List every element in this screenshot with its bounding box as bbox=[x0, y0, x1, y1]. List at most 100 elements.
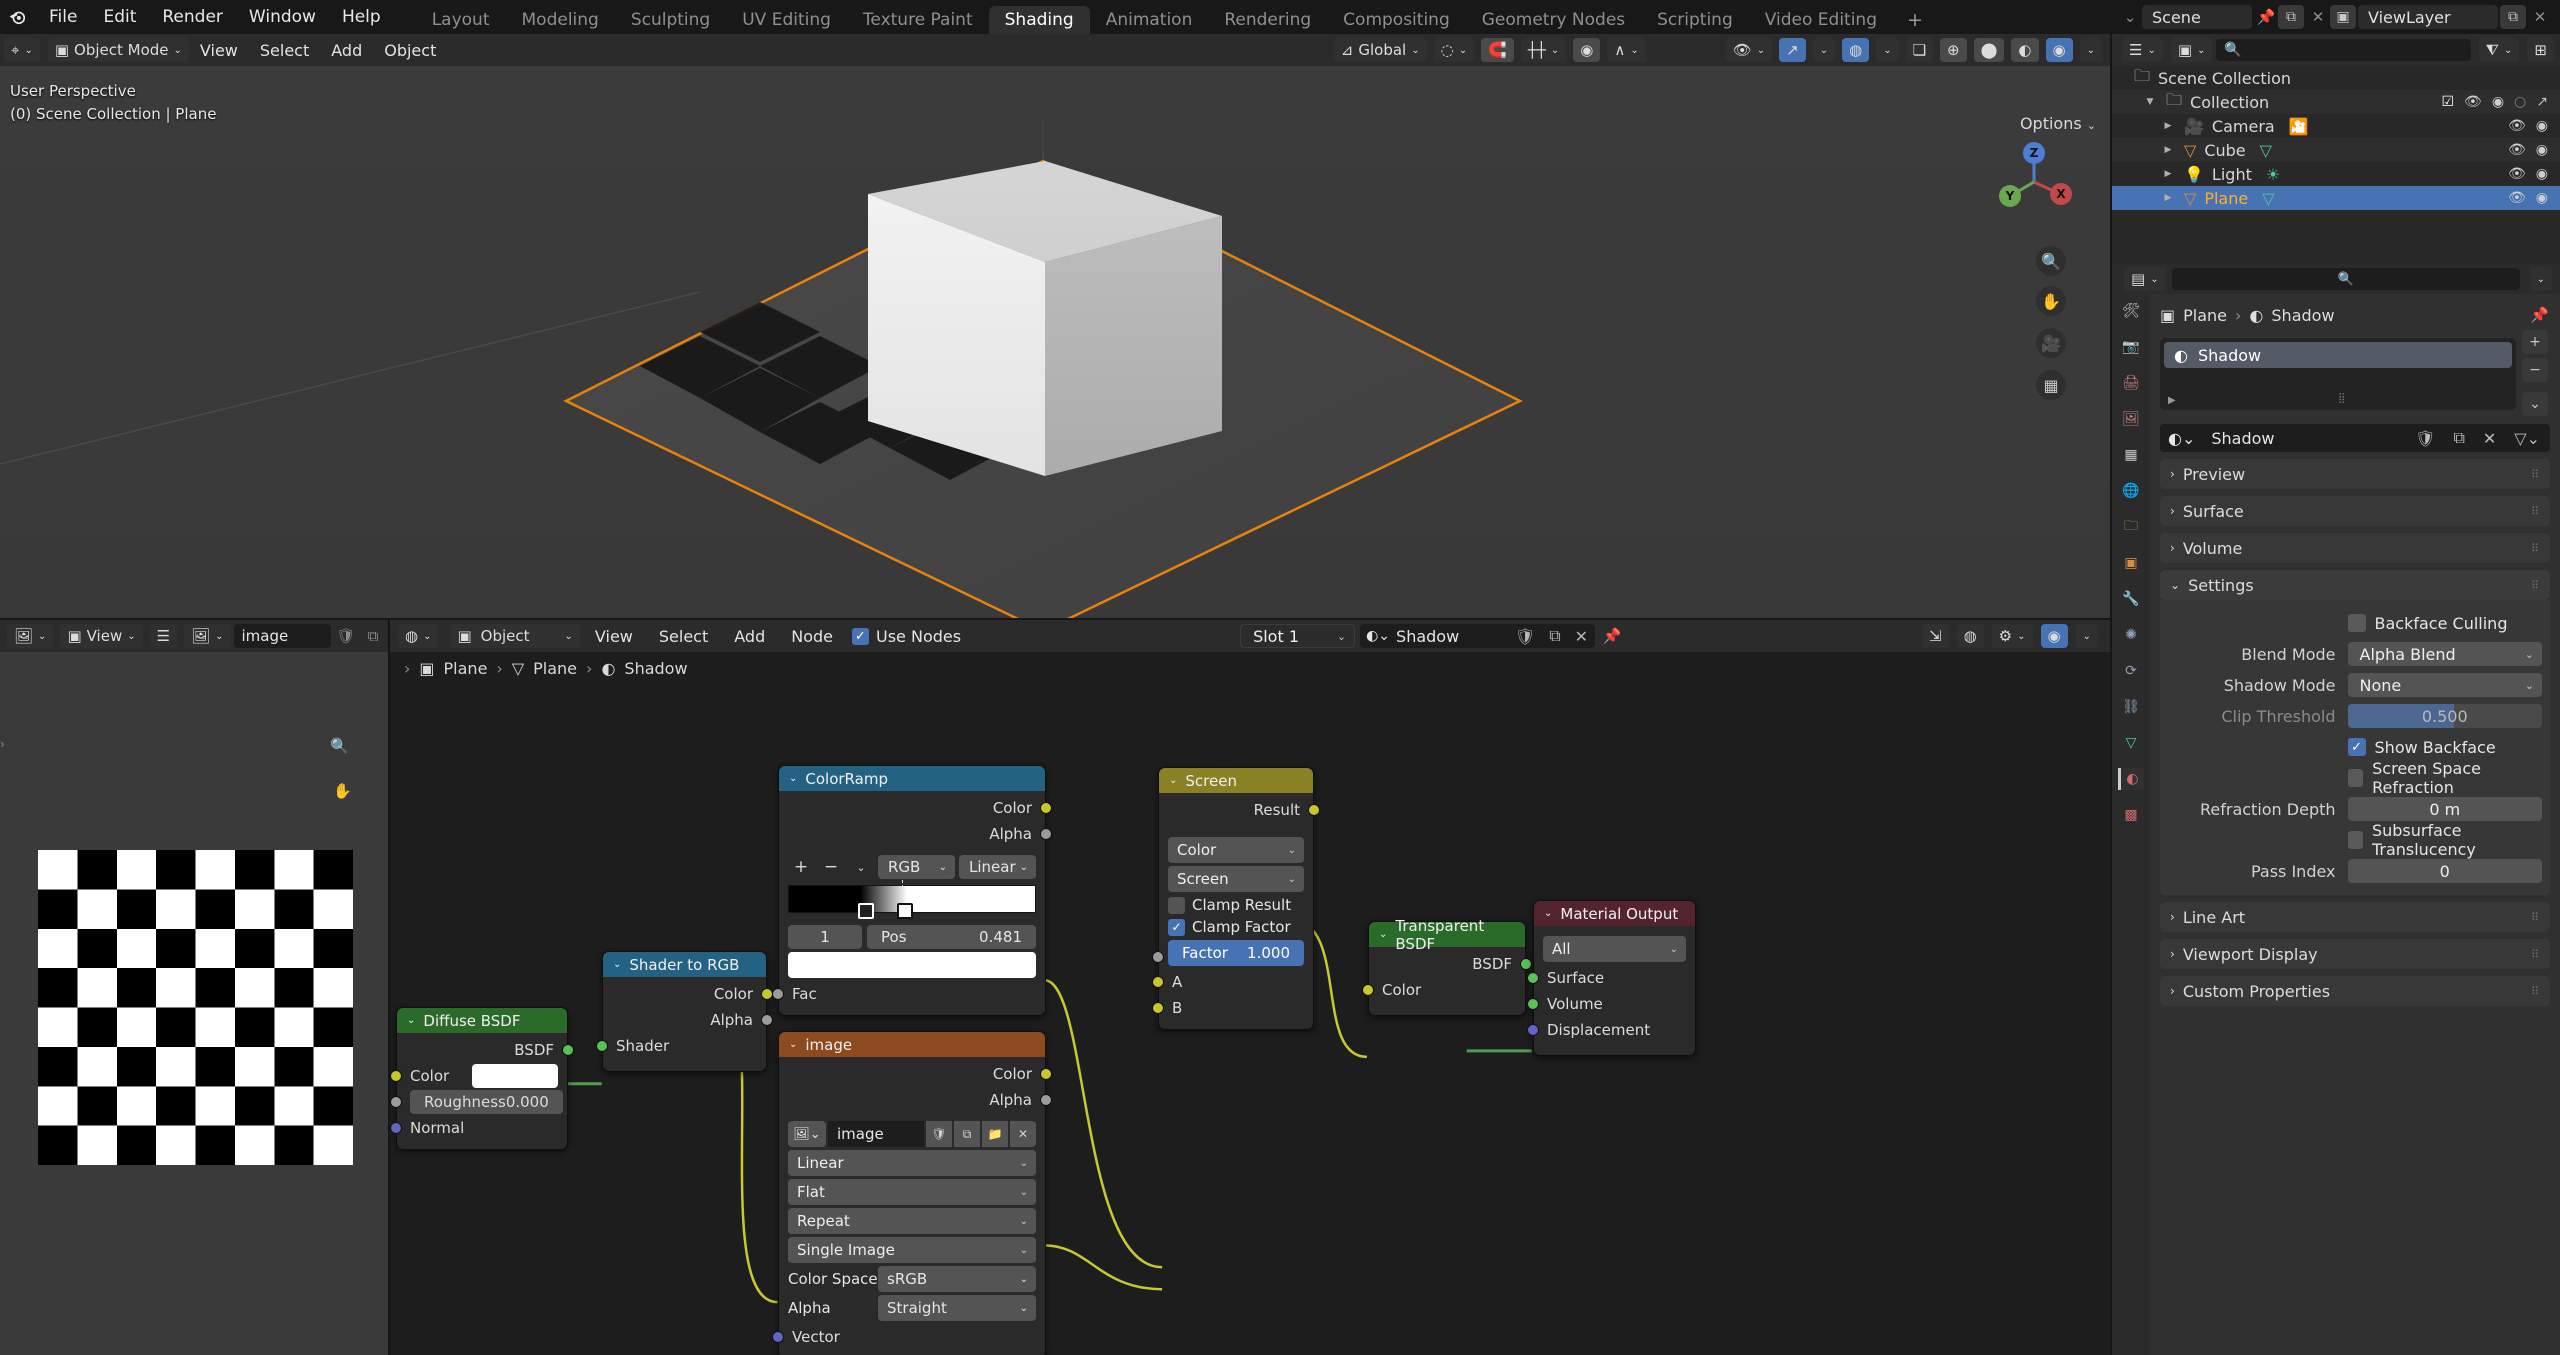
camera-render-icon[interactable]: ◉ bbox=[2536, 142, 2548, 158]
gizmo-toggle-button[interactable]: ↗ bbox=[1779, 38, 1806, 62]
socket-shader[interactable] bbox=[596, 1040, 608, 1052]
colorramp-index-field[interactable]: 1 bbox=[788, 925, 862, 949]
mode-select-button[interactable]: ▣ Object Mode ⌄ bbox=[47, 38, 189, 62]
transform-orientation-button[interactable]: ⊿ Global ⌄ bbox=[1333, 38, 1427, 62]
tab-data[interactable]: ▽ bbox=[2118, 732, 2144, 754]
tab-output[interactable]: 🖨 bbox=[2118, 372, 2144, 394]
subsurface-translucency-checkbox[interactable] bbox=[2347, 831, 2363, 849]
socket-fac[interactable] bbox=[772, 988, 784, 1000]
properties-options-dropdown[interactable]: ⌄ bbox=[2529, 267, 2552, 291]
shader-material-field[interactable]: ◐⌄ Shadow 🛡 ⧉ ✕ bbox=[1360, 624, 1596, 648]
editor-type-button[interactable]: ⌖ ⌄ bbox=[4, 38, 40, 62]
indirect-only-icon[interactable]: ↗ bbox=[2536, 94, 2548, 110]
node-overlays-toggle[interactable]: ◍ bbox=[1956, 624, 1984, 648]
unlink-image-icon[interactable]: ✕ bbox=[1010, 1121, 1036, 1147]
image-name-field[interactable]: image bbox=[233, 624, 331, 648]
camera-render-icon[interactable]: ◉ bbox=[2536, 190, 2548, 206]
socket-row-fac[interactable]: Fac bbox=[772, 981, 1045, 1007]
tab-particles[interactable]: ✺ bbox=[2118, 624, 2144, 646]
socket-color[interactable] bbox=[1362, 984, 1374, 996]
outliner-display-mode-button[interactable]: ▣ ⌄ bbox=[2170, 38, 2213, 62]
socket-row-volume[interactable]: Volume bbox=[1527, 991, 1695, 1017]
pass-index-field[interactable]: 0 bbox=[2347, 859, 2542, 883]
tab-material[interactable]: ◐ bbox=[2118, 768, 2144, 790]
viewport-menu-object[interactable]: Object bbox=[373, 38, 447, 62]
eye-icon[interactable]: 👁 bbox=[2508, 190, 2526, 206]
roughness-slider[interactable]: Roughness 0.000 bbox=[410, 1090, 563, 1114]
remove-material-slot-button[interactable]: − bbox=[2522, 358, 2548, 382]
properties-editor[interactable]: ▤ ⌄ 🔍 ⌄ 🛠 📷 🖨 🖼 ▦ 🌐 🗀 ▣ 🔧 ✺ ⟳ ⛓ ▽ ◐ ▩ ▣ P… bbox=[2110, 264, 2560, 1355]
socket-row-normal[interactable]: Normal bbox=[390, 1115, 567, 1141]
expand-triangle-icon[interactable]: ▶ bbox=[2160, 145, 2176, 155]
socket-factor[interactable] bbox=[1152, 951, 1164, 963]
tab-rendering[interactable]: Rendering bbox=[1208, 6, 1327, 34]
node-transparent-bsdf[interactable]: ⌄ Transparent BSDF BSDF Color bbox=[1362, 917, 1532, 1016]
tab-modeling[interactable]: Modeling bbox=[506, 6, 615, 34]
sidebar-toggle-icon[interactable]: › bbox=[404, 659, 410, 678]
new-material-icon[interactable]: ⧉ bbox=[2447, 428, 2470, 448]
colorramp-stop-1-handle[interactable] bbox=[897, 903, 914, 919]
image-editor-menu-button[interactable]: ☰ bbox=[149, 624, 178, 648]
tab-constraints[interactable]: ⛓ bbox=[2118, 696, 2144, 718]
shader-type-dropdown[interactable]: ▣ Object ⌄ bbox=[450, 624, 580, 648]
gizmo-axis-y[interactable]: Y bbox=[1999, 185, 2021, 207]
toggle-ortho-icon[interactable]: ▦ bbox=[2036, 370, 2066, 400]
shading-wireframe-button[interactable]: ⊕ bbox=[1940, 38, 1967, 62]
socket-row-color-out[interactable]: Color bbox=[779, 1061, 1052, 1087]
image-interpolation-dropdown[interactable]: Linear ⌄ bbox=[788, 1150, 1036, 1176]
menu-file[interactable]: File bbox=[36, 0, 90, 34]
eye-icon[interactable]: 👁 bbox=[2508, 118, 2526, 134]
mix-data-type-dropdown[interactable]: Color ⌄ bbox=[1168, 837, 1304, 863]
add-workspace-button[interactable]: + bbox=[1893, 6, 1937, 34]
navigation-gizmo[interactable]: Z X Y bbox=[1996, 142, 2072, 220]
colorramp-remove-stop-button[interactable]: − bbox=[818, 857, 844, 877]
chevron-down-icon[interactable]: ⌄ bbox=[1544, 908, 1552, 919]
image-browse-button[interactable]: 🖼 ⌄ bbox=[184, 624, 231, 648]
resize-grip-icon[interactable]: ⣿ bbox=[2338, 393, 2345, 404]
blender-logo-icon[interactable] bbox=[0, 0, 36, 34]
socket-roughness[interactable] bbox=[390, 1096, 402, 1108]
socket-volume[interactable] bbox=[1527, 998, 1539, 1010]
material-browse-icon[interactable]: ◐⌄ bbox=[1360, 628, 1396, 644]
new-viewlayer-icon[interactable]: ⧉ bbox=[2500, 5, 2526, 29]
viewlayer-field[interactable]: ViewLayer bbox=[2358, 5, 2498, 29]
tab-scene[interactable]: ▦ bbox=[2118, 444, 2144, 466]
viewport-options-dropdown[interactable]: Options ⌄ bbox=[2020, 114, 2096, 133]
overlays-dropdown[interactable]: ⌄ bbox=[1876, 38, 1899, 62]
new-material-icon[interactable]: ⧉ bbox=[1542, 626, 1567, 646]
socket-bsdf[interactable] bbox=[562, 1044, 574, 1056]
image-projection-dropdown[interactable]: Flat ⌄ bbox=[788, 1179, 1036, 1205]
chevron-down-icon[interactable]: ⌄ bbox=[407, 1015, 415, 1026]
properties-editor-type-button[interactable]: ▤ ⌄ bbox=[2124, 267, 2166, 291]
colorramp-pos-slider[interactable]: Pos 0.481 bbox=[867, 925, 1036, 949]
tab-modifiers[interactable]: 🔧 bbox=[2118, 588, 2144, 610]
pin-scene-icon[interactable]: 📌 bbox=[2254, 5, 2278, 29]
pin-icon[interactable]: 📌 bbox=[2530, 306, 2550, 324]
viewlayer-browse-icon[interactable]: ▣ bbox=[2330, 5, 2356, 29]
scene-browse-icon[interactable]: ⌄ bbox=[2118, 5, 2142, 29]
node-image-texture[interactable]: ⌄ image Color Alpha 🖼⌄ image 🛡 ⧉ 📁 ✕ Lin… bbox=[772, 1031, 1052, 1355]
socket-color[interactable] bbox=[1040, 1068, 1052, 1080]
clamp-result-checkbox[interactable] bbox=[1168, 896, 1185, 914]
proportional-falloff-button[interactable]: ∧ ⌄ bbox=[1607, 38, 1646, 62]
fake-user-icon[interactable]: 🛡 bbox=[2409, 429, 2441, 448]
image-sidebar-toggle-icon[interactable]: › bbox=[0, 737, 5, 751]
chevron-down-icon[interactable]: ⌄ bbox=[789, 773, 797, 784]
node-material-output[interactable]: ⌄ Material Output All ⌄ Surface Volume D… bbox=[1527, 900, 1696, 1056]
color-space-dropdown[interactable]: sRGB ⌄ bbox=[878, 1266, 1036, 1292]
node-snap-button[interactable]: ⇲ bbox=[1922, 624, 1949, 648]
proportional-edit-button[interactable]: ◉ bbox=[1573, 38, 1601, 62]
node-header[interactable]: ⌄ image bbox=[779, 1032, 1045, 1057]
socket-result[interactable] bbox=[1308, 804, 1320, 816]
diffuse-color-swatch[interactable] bbox=[472, 1064, 558, 1088]
outliner-row-light[interactable]: ▶ 💡 Light ☀ 👁 ◉ bbox=[2112, 162, 2560, 186]
outliner-row-plane[interactable]: ▶ ▽ Plane ▽ 👁 ◉ bbox=[2112, 186, 2560, 210]
properties-search-input[interactable]: 🔍 bbox=[2171, 268, 2520, 290]
slot-specials-icon[interactable]: ▶ bbox=[2168, 395, 2176, 406]
screen-space-refraction-checkbox[interactable] bbox=[2347, 769, 2364, 787]
node-header[interactable]: ⌄ Diffuse BSDF bbox=[397, 1008, 567, 1033]
socket-row-vector[interactable]: Vector bbox=[772, 1324, 1045, 1350]
tab-collection[interactable]: 🗀 bbox=[2118, 516, 2144, 538]
backface-culling-checkbox[interactable] bbox=[2347, 614, 2366, 632]
shading-rendered-button[interactable]: ◉ bbox=[2045, 38, 2073, 62]
